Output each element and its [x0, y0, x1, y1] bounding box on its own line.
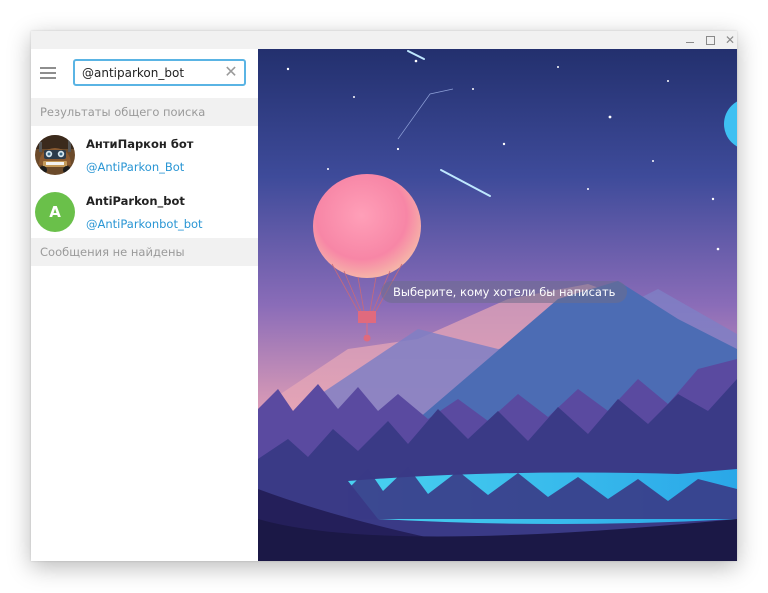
search-result-item[interactable]: АнтиПаркон бот @AntiParkon_Bot: [31, 129, 258, 185]
maximize-button[interactable]: [699, 31, 721, 49]
sidebar: ✕ Результаты общего поиска: [31, 49, 258, 561]
no-messages-found-header: Сообщения не найдены: [31, 238, 258, 266]
result-username: @AntiParkon_Bot: [86, 160, 185, 174]
search-input[interactable]: [82, 64, 222, 82]
global-search-results-header: Результаты общего поиска: [31, 98, 258, 126]
result-name: AntiParkon_bot: [86, 194, 185, 208]
wallpaper-image: [258, 49, 737, 561]
close-icon: ✕: [724, 33, 736, 47]
app-window: ✕ ✕ Результаты общего поиска: [31, 31, 737, 561]
tow-truck-avatar-image: [35, 135, 75, 175]
search-box: ✕: [73, 59, 246, 86]
chat-area: Выберите, кому хотели бы написать: [258, 49, 737, 561]
clear-search-icon[interactable]: ✕: [222, 63, 240, 81]
minimize-button[interactable]: [679, 31, 701, 49]
select-chat-hint: Выберите, кому хотели бы написать: [381, 281, 628, 303]
minimize-icon: [686, 42, 694, 43]
close-window-button[interactable]: ✕: [719, 31, 737, 49]
avatar: [35, 135, 75, 175]
search-result-item[interactable]: A AntiParkon_bot @AntiParkonbot_bot: [31, 186, 258, 242]
title-bar: ✕: [31, 31, 737, 49]
hamburger-menu-icon[interactable]: [39, 65, 59, 81]
avatar: A: [35, 192, 75, 232]
result-username: @AntiParkonbot_bot: [86, 217, 203, 231]
maximize-icon: [705, 36, 715, 45]
result-name: АнтиПаркон бот: [86, 137, 194, 151]
